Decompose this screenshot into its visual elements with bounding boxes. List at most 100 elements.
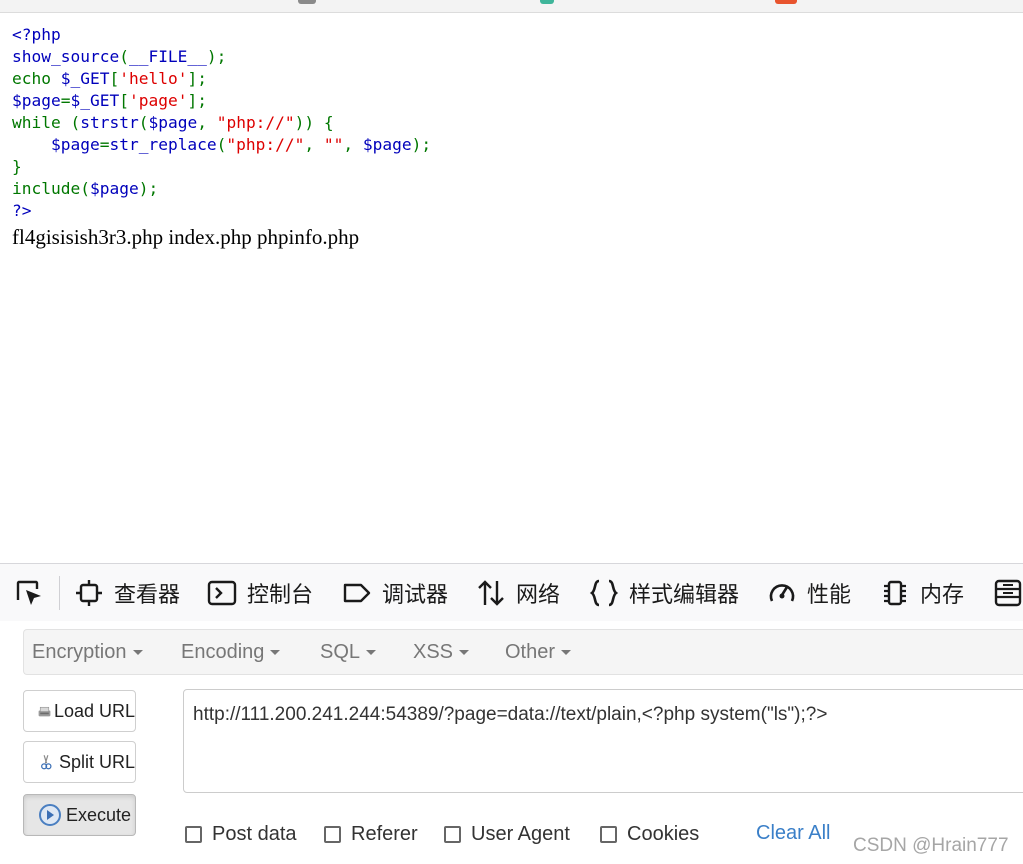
code-token: , xyxy=(197,113,217,132)
storage-icon xyxy=(994,579,1022,607)
code-token: ]; xyxy=(187,91,207,110)
code-token: while xyxy=(12,113,71,132)
code-token: ]; xyxy=(187,69,207,88)
code-line: ?> xyxy=(12,201,32,220)
inspector-icon xyxy=(76,580,102,606)
tab-storage[interactable] xyxy=(993,564,1023,622)
code-token: ( xyxy=(80,179,90,198)
tab-performance[interactable]: 性能 xyxy=(767,564,851,622)
tab-fragment xyxy=(540,0,554,4)
code-line: echo $_GET['hello']; xyxy=(12,69,207,88)
menu-encryption-label: Encryption xyxy=(32,641,127,663)
menu-encoding-label: Encoding xyxy=(181,641,265,663)
code-line: $page=str_replace("php://", "", $page); xyxy=(12,135,431,154)
debugger-icon xyxy=(343,583,371,603)
user-agent-checkbox[interactable]: User Agent xyxy=(444,823,570,846)
code-token: ); xyxy=(138,179,159,198)
code-token: ( xyxy=(138,113,149,132)
tab-memory-label: 内存 xyxy=(920,582,965,607)
menu-xss[interactable]: XSS xyxy=(413,630,470,674)
menu-sql[interactable]: SQL xyxy=(320,630,377,674)
split-url-button[interactable]: Split URL xyxy=(23,741,136,783)
code-token: $page xyxy=(148,113,198,132)
toolbar-separator xyxy=(59,576,60,610)
chevron-down-icon xyxy=(459,650,470,656)
execute-button[interactable]: Execute xyxy=(23,794,136,836)
tab-fragment xyxy=(775,0,797,4)
user-agent-label: User Agent xyxy=(471,823,570,845)
code-line: include($page); xyxy=(12,179,158,198)
console-icon xyxy=(207,580,237,606)
code-token: strstr xyxy=(80,113,139,132)
code-token: [ xyxy=(119,91,129,110)
code-token: } xyxy=(12,157,22,176)
element-picker-button[interactable] xyxy=(14,564,44,622)
tab-debugger[interactable]: 调试器 xyxy=(342,564,448,622)
checkbox-box[interactable] xyxy=(185,826,202,843)
code-token: [ xyxy=(109,69,120,88)
load-url-button[interactable]: Load URL xyxy=(23,690,136,732)
referer-label: Referer xyxy=(351,823,418,845)
performance-icon xyxy=(769,584,795,602)
tab-performance-label: 性能 xyxy=(807,582,852,607)
code-token: ); xyxy=(206,47,227,66)
code-token: 'page' xyxy=(128,91,188,110)
tab-memory[interactable]: 内存 xyxy=(880,564,964,622)
code-token: echo xyxy=(12,69,61,88)
php-source-code: <?php show_source(__FILE__); echo $_GET[… xyxy=(12,24,431,222)
referer-checkbox[interactable]: Referer xyxy=(324,823,418,846)
tab-console[interactable]: 控制台 xyxy=(207,564,313,622)
execute-label: Execute xyxy=(66,804,132,825)
code-token: $_GET xyxy=(60,69,110,88)
code-line: show_source(__FILE__); xyxy=(12,47,226,66)
watermark: CSDN @Hrain777 xyxy=(853,835,1009,856)
network-icon xyxy=(478,580,504,606)
chevron-down-icon xyxy=(270,650,281,656)
chevron-down-icon xyxy=(561,650,572,656)
tab-console-label: 控制台 xyxy=(247,582,314,607)
cookies-checkbox[interactable]: Cookies xyxy=(600,823,699,846)
code-line: <?php xyxy=(12,25,61,44)
code-token: "php://" xyxy=(226,135,305,154)
execute-icon xyxy=(39,804,61,826)
tab-debugger-label: 调试器 xyxy=(382,582,449,607)
tab-inspector-label: 查看器 xyxy=(114,582,181,607)
chevron-down-icon xyxy=(132,650,143,656)
menu-other[interactable]: Other xyxy=(505,630,572,674)
code-token: "php://" xyxy=(216,113,295,132)
code-token: )) { xyxy=(294,113,334,132)
tab-style-editor[interactable]: 样式编辑器 xyxy=(589,564,739,622)
code-token: ( xyxy=(119,47,129,66)
browser-top-bar xyxy=(0,0,1023,13)
code-line: } xyxy=(12,157,22,176)
hackbar-menu: Encryption Encoding SQL XSS Other xyxy=(23,629,1023,675)
post-data-checkbox[interactable]: Post data xyxy=(185,823,297,846)
load-url-label: Load URL xyxy=(53,700,135,721)
element-picker-icon xyxy=(16,580,41,605)
menu-other-label: Other xyxy=(505,641,556,663)
memory-icon xyxy=(884,580,906,606)
style-editor-icon xyxy=(589,579,619,607)
url-textarea[interactable]: http://111.200.241.244:54389/?page=data:… xyxy=(183,689,1023,793)
post-data-label: Post data xyxy=(212,823,297,845)
menu-sql-label: SQL xyxy=(320,641,361,663)
devtools-toolbar: 查看器 控制台 调试器 网络 样式编辑器 性能 内存 xyxy=(0,563,1023,623)
code-token: $page xyxy=(50,135,100,154)
command-output: fl4gisisish3r3.php index.php phpinfo.php xyxy=(12,225,360,249)
menu-encoding[interactable]: Encoding xyxy=(181,630,281,674)
code-token: "" xyxy=(323,135,344,154)
checkbox-box[interactable] xyxy=(444,826,461,843)
split-url-label: Split URL xyxy=(58,751,135,772)
tab-style-editor-label: 样式编辑器 xyxy=(629,582,740,607)
checkbox-box[interactable] xyxy=(600,826,617,843)
tab-network[interactable]: 网络 xyxy=(476,564,560,622)
code-token: $page xyxy=(89,179,139,198)
tab-inspector[interactable]: 查看器 xyxy=(74,564,180,622)
load-url-icon xyxy=(38,706,51,717)
code-token: , xyxy=(343,135,363,154)
menu-encryption[interactable]: Encryption xyxy=(32,630,143,674)
clear-all-link[interactable]: Clear All xyxy=(756,822,830,845)
code-token: ( xyxy=(70,113,81,132)
checkbox-box[interactable] xyxy=(324,826,341,843)
